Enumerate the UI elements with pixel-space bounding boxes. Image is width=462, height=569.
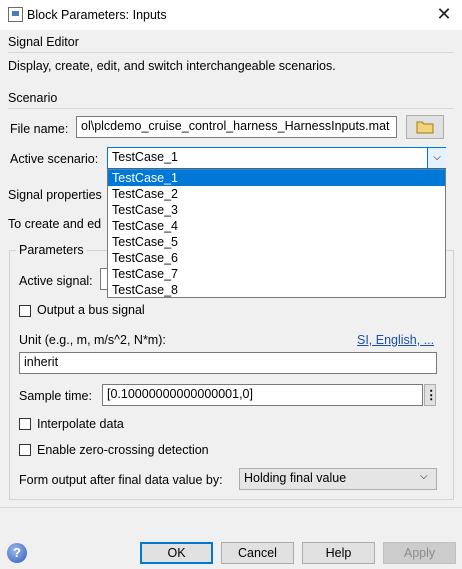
file-name-field[interactable]: ol\plcdemo_cruise_control_harness_Harnes… bbox=[76, 116, 397, 138]
unit-systems-link[interactable]: SI, English, ... bbox=[357, 333, 434, 347]
interpolate-label: Interpolate data bbox=[37, 417, 124, 431]
cancel-button[interactable]: Cancel bbox=[221, 542, 294, 564]
active-scenario-label: Active scenario: bbox=[10, 152, 99, 166]
interpolate-checkbox[interactable] bbox=[19, 418, 31, 430]
apply-button[interactable]: Apply bbox=[383, 542, 456, 564]
dropdown-option[interactable]: TestCase_6 bbox=[108, 250, 445, 266]
signal-editor-heading: Signal Editor bbox=[8, 35, 79, 49]
sample-time-field[interactable]: [0.10000000000000001,0] bbox=[102, 384, 423, 406]
divider bbox=[8, 52, 454, 53]
signal-properties-heading: Signal properties bbox=[8, 188, 102, 202]
zero-crossing-label: Enable zero-crossing detection bbox=[37, 443, 209, 457]
file-name-label: File name: bbox=[10, 122, 69, 136]
signal-editor-description: Display, create, edit, and switch interc… bbox=[8, 59, 336, 73]
zero-crossing-checkbox[interactable] bbox=[19, 444, 31, 456]
help-button[interactable]: Help bbox=[302, 542, 375, 564]
dropdown-option[interactable]: TestCase_1 bbox=[108, 170, 445, 186]
unit-field[interactable]: inherit bbox=[19, 352, 437, 374]
dropdown-option[interactable]: TestCase_8 bbox=[108, 282, 445, 298]
divider bbox=[0, 507, 462, 508]
scenario-heading: Scenario bbox=[8, 91, 58, 105]
unit-label: Unit (e.g., m, m/s^2, N*m): bbox=[19, 333, 166, 347]
dropdown-option[interactable]: TestCase_2 bbox=[108, 186, 445, 202]
dropdown-option[interactable]: TestCase_3 bbox=[108, 202, 445, 218]
output-bus-label: Output a bus signal bbox=[37, 303, 145, 317]
form-output-select[interactable]: Holding final value bbox=[239, 468, 437, 490]
dropdown-option[interactable]: TestCase_7 bbox=[108, 266, 445, 282]
parameters-heading: Parameters bbox=[16, 243, 87, 257]
divider bbox=[8, 108, 454, 109]
form-output-label: Form output after final data value by: bbox=[19, 473, 223, 487]
dropdown-option[interactable]: TestCase_5 bbox=[108, 234, 445, 250]
help-icon[interactable]: ? bbox=[7, 543, 27, 563]
active-scenario-value: TestCase_1 bbox=[112, 150, 179, 164]
form-output-value: Holding final value bbox=[244, 471, 347, 485]
window-title: Block Parameters: Inputs bbox=[27, 8, 167, 22]
sample-time-label: Sample time: bbox=[19, 389, 92, 403]
close-icon[interactable]: ✕ bbox=[434, 3, 454, 25]
ok-button[interactable]: OK bbox=[140, 542, 213, 564]
chevron-down-icon[interactable]: ⌵ bbox=[427, 148, 446, 168]
browse-button[interactable] bbox=[406, 115, 444, 139]
chevron-down-icon: ⌵ bbox=[420, 471, 428, 482]
active-scenario-select[interactable]: TestCase_1 bbox=[107, 147, 446, 169]
folder-icon bbox=[416, 121, 434, 134]
signal-properties-text: To create and ed bbox=[8, 217, 102, 231]
dropdown-option[interactable]: TestCase_4 bbox=[108, 218, 445, 234]
scenario-dropdown-list[interactable]: TestCase_1 TestCase_2 TestCase_3 TestCas… bbox=[107, 169, 446, 298]
active-signal-label: Active signal: bbox=[19, 274, 93, 288]
block-icon bbox=[8, 7, 23, 22]
output-bus-checkbox[interactable] bbox=[19, 305, 31, 317]
more-options-icon[interactable]: ⋮ bbox=[424, 384, 438, 406]
